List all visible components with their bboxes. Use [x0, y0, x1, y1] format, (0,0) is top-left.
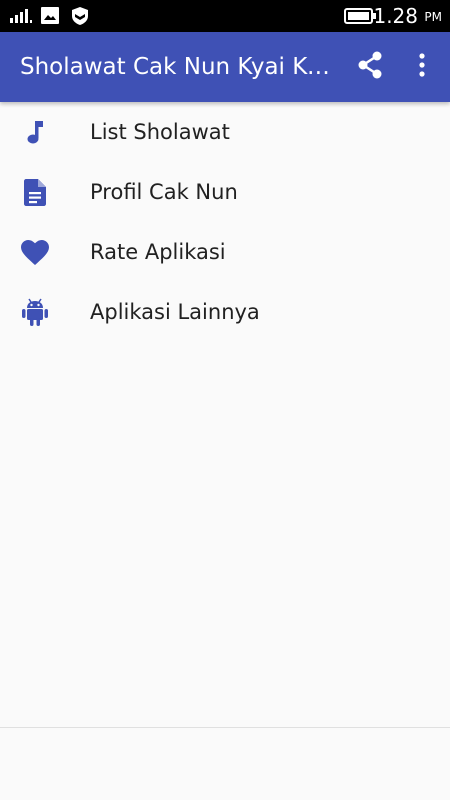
menu-item-label: Aplikasi Lainnya: [90, 300, 260, 324]
menu-item-label: Rate Aplikasi: [90, 240, 226, 264]
battery-icon: [344, 8, 376, 28]
menu-item-label: List Sholawat: [90, 120, 230, 144]
share-icon: [357, 51, 383, 83]
document-icon: [20, 177, 50, 207]
share-button[interactable]: [355, 51, 385, 83]
android-icon: [20, 297, 50, 327]
menu-list: List Sholawat Profil Cak Nun Rate Aplika…: [0, 102, 450, 342]
app-title: Sholawat Cak Nun Kyai Kanjeng: [20, 54, 330, 80]
status-bar: 1.28 PM: [0, 0, 450, 32]
menu-item-profil-cak-nun[interactable]: Profil Cak Nun: [0, 162, 450, 222]
bottom-divider: [0, 727, 450, 728]
image-notification-icon: [41, 7, 59, 28]
overflow-menu-button[interactable]: [407, 52, 437, 82]
status-time: 1.28: [373, 4, 418, 28]
signal-icon: [10, 7, 32, 27]
shield-notification-icon: [71, 7, 89, 29]
status-ampm: PM: [424, 10, 442, 24]
app-bar: Sholawat Cak Nun Kyai Kanjeng: [0, 32, 450, 102]
overflow-menu-icon: [419, 53, 425, 81]
menu-item-list-sholawat[interactable]: List Sholawat: [0, 102, 450, 162]
menu-item-label: Profil Cak Nun: [90, 180, 238, 204]
music-note-icon: [20, 117, 50, 147]
heart-icon: [20, 237, 50, 267]
menu-item-aplikasi-lainnya[interactable]: Aplikasi Lainnya: [0, 282, 450, 342]
menu-item-rate-aplikasi[interactable]: Rate Aplikasi: [0, 222, 450, 282]
